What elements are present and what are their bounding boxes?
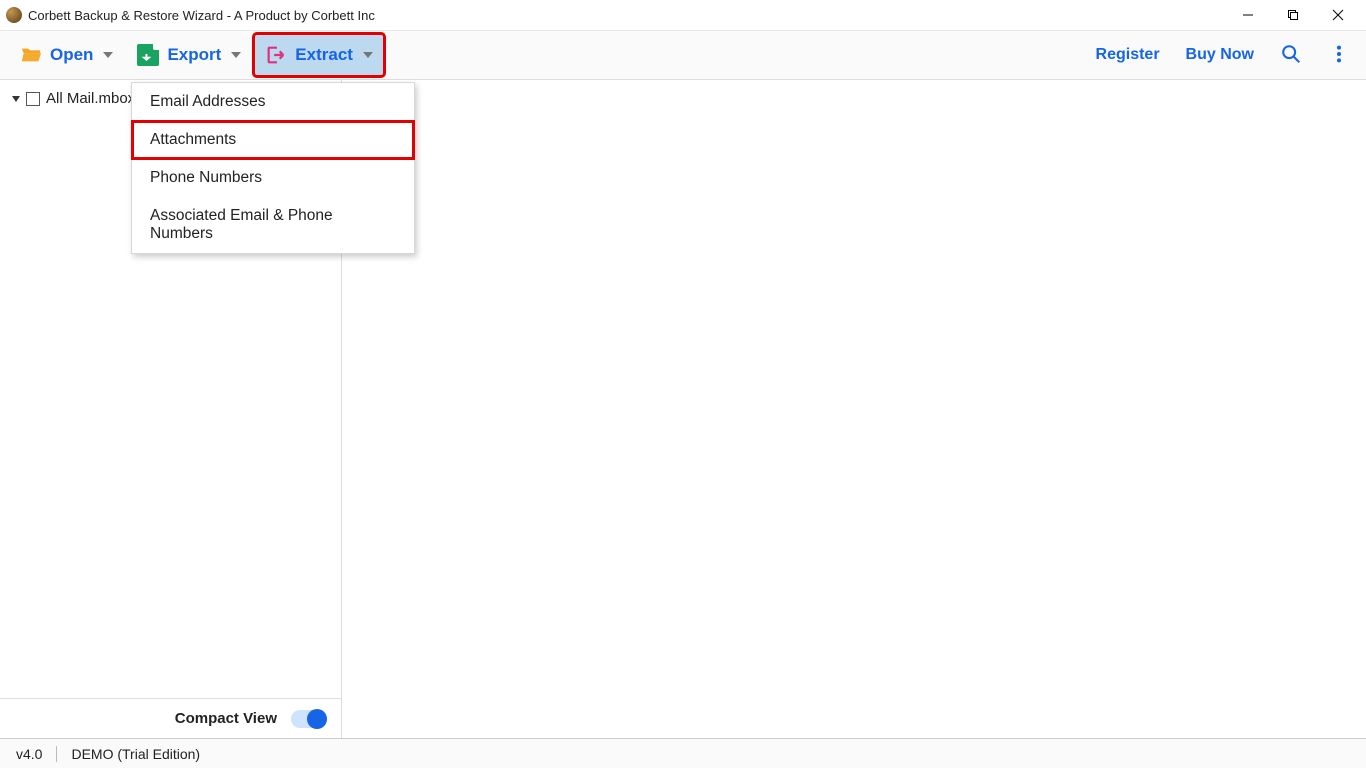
window-title: Corbett Backup & Restore Wizard - A Prod… — [28, 8, 375, 23]
register-link[interactable]: Register — [1096, 46, 1160, 64]
chevron-down-icon — [103, 52, 113, 58]
buy-now-link[interactable]: Buy Now — [1186, 46, 1254, 64]
export-file-icon — [137, 44, 159, 66]
chevron-down-icon — [231, 52, 241, 58]
extract-icon — [265, 44, 287, 66]
chevron-down-icon — [363, 52, 373, 58]
open-button[interactable]: Open — [10, 35, 123, 75]
search-icon[interactable] — [1280, 43, 1302, 68]
menu-item-attachments[interactable]: Attachments — [132, 121, 414, 159]
close-button[interactable] — [1315, 0, 1360, 30]
menu-item-email-addresses[interactable]: Email Addresses — [132, 83, 414, 121]
status-separator — [56, 746, 57, 762]
extract-label: Extract — [295, 45, 353, 65]
main-panel — [342, 80, 1366, 738]
window-titlebar: Corbett Backup & Restore Wizard - A Prod… — [0, 0, 1366, 30]
edition-label: DEMO (Trial Edition) — [71, 746, 200, 762]
tree-checkbox[interactable] — [26, 92, 40, 106]
extract-dropdown: Email Addresses Attachments Phone Number… — [131, 82, 415, 254]
maximize-button[interactable] — [1270, 0, 1315, 30]
app-icon — [6, 7, 22, 23]
main-toolbar: Open Export Extract Register Buy Now — [0, 30, 1366, 80]
status-bar: v4.0 DEMO (Trial Edition) — [0, 738, 1366, 768]
more-vert-icon[interactable] — [1328, 43, 1350, 68]
export-label: Export — [167, 45, 221, 65]
folder-open-icon — [20, 44, 42, 66]
open-label: Open — [50, 45, 93, 65]
tree-root-label: All Mail.mbox — [46, 90, 135, 107]
compact-view-bar: Compact View — [0, 698, 341, 738]
version-label: v4.0 — [16, 746, 42, 762]
extract-button[interactable]: Extract — [255, 35, 383, 75]
compact-view-toggle[interactable] — [291, 710, 327, 728]
menu-item-associated[interactable]: Associated Email & Phone Numbers — [132, 197, 414, 253]
compact-view-label: Compact View — [175, 710, 277, 727]
export-button[interactable]: Export — [127, 35, 251, 75]
menu-item-phone-numbers[interactable]: Phone Numbers — [132, 159, 414, 197]
minimize-button[interactable] — [1225, 0, 1270, 30]
expand-triangle-icon[interactable] — [12, 96, 20, 102]
